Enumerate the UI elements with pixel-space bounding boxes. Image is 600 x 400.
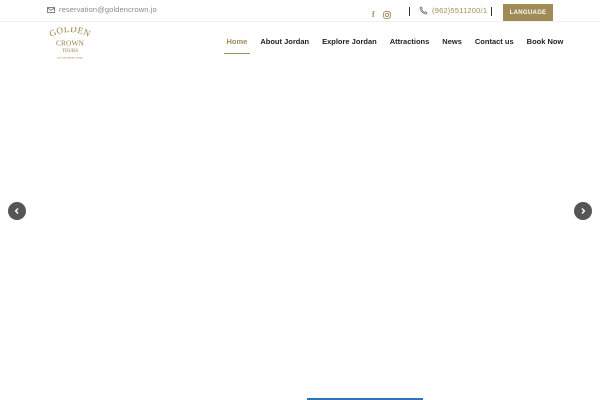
phone-text[interactable]: (962)5511200/1 <box>432 6 487 15</box>
chevron-left-icon <box>14 208 19 214</box>
svg-text:DISCOVER AMMAN JORDAN: DISCOVER AMMAN JORDAN <box>57 57 83 60</box>
nav-item-contact-us[interactable]: Contact us <box>468 28 520 54</box>
divider <box>491 7 492 16</box>
email-contact[interactable]: reservation@goldencrown.jo <box>47 5 157 14</box>
nav-item-about-jordan[interactable]: About Jordan <box>254 28 316 54</box>
instagram-icon[interactable] <box>382 6 391 24</box>
site-logo[interactable]: GOLDEN CROWN TOURS DISCOVER AMMAN JORDAN <box>45 24 95 61</box>
nav-item-book-now[interactable]: Book Now <box>520 28 570 54</box>
nav-item-explore-jordan[interactable]: Explore Jordan <box>316 28 384 54</box>
language-button[interactable]: LANGUAGE <box>503 4 553 21</box>
slider-prev-button[interactable] <box>8 202 26 220</box>
nav-item-home[interactable]: Home <box>220 28 254 54</box>
envelope-icon <box>47 6 55 13</box>
svg-text:GOLDEN: GOLDEN <box>48 27 93 39</box>
facebook-icon[interactable]: f <box>372 10 375 20</box>
social-links: f <box>372 6 391 24</box>
main-nav: Home About Jordan Explore Jordan Attract… <box>220 28 570 54</box>
hero-slider <box>0 62 600 400</box>
nav-item-attractions[interactable]: Attractions <box>383 28 436 54</box>
top-bar: reservation@goldencrown.jo f (962)551120… <box>0 0 600 22</box>
email-text[interactable]: reservation@goldencrown.jo <box>59 5 157 14</box>
phone-icon <box>419 6 428 15</box>
divider <box>409 7 410 16</box>
slider-next-button[interactable] <box>574 202 592 220</box>
nav-item-news[interactable]: News <box>436 28 469 54</box>
svg-text:CROWN: CROWN <box>56 39 85 48</box>
svg-text:TOURS: TOURS <box>62 49 79 54</box>
phone-contact[interactable]: (962)5511200/1 <box>419 6 487 15</box>
chevron-right-icon <box>581 208 586 214</box>
